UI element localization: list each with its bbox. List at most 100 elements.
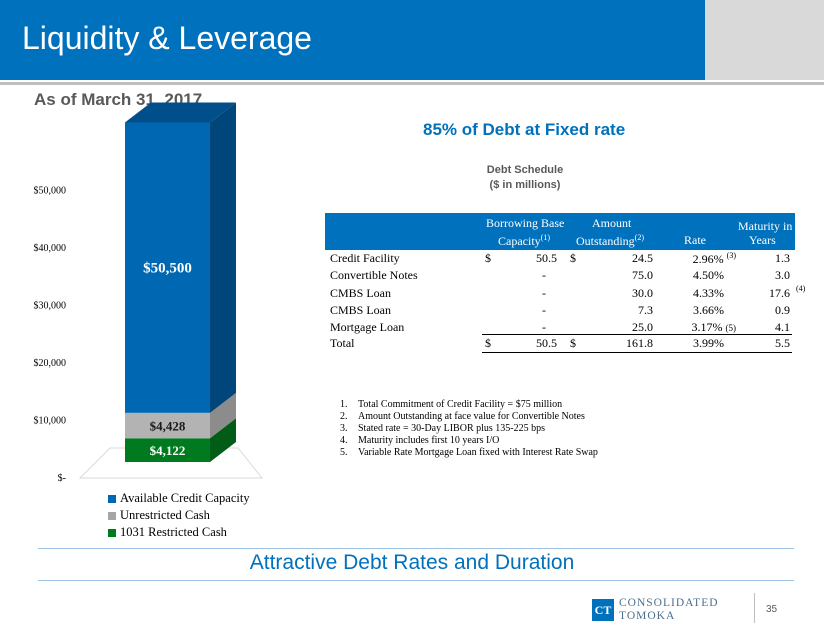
footnote-number: 4. [340,435,348,446]
legend-swatch [108,511,116,520]
header-capacity-label: Capacity [498,234,541,248]
header-outstanding-note: (2) [634,233,644,242]
footer-rule-top [38,548,794,549]
row-outstanding: 7.3 [638,303,653,317]
row-outstanding: 30.0 [632,286,653,300]
row-rate-note: (3) [726,251,736,260]
row-capacity: - [542,286,546,300]
legend-swatch [108,494,116,503]
y-tick-label: $20,000 [34,358,67,369]
table-row: Convertible Notes - 75.0 4.50% 3.0 [330,268,792,285]
header-outstanding-line1: Amount [592,216,632,230]
row-capacity: 50.5 [536,336,557,350]
header-rate: Rate [684,233,706,247]
y-tick-label: $- [58,473,66,484]
fixed-rate-headline: 85% of Debt at Fixed rate [423,120,626,139]
table-row: CMBS Loan - 30.0 4.33% 17.6 (4) [330,284,805,303]
row-rate: 3.66% [693,303,724,317]
company-logo: CT CONSOLIDATED TOMOKA [592,597,719,623]
row-maturity-note: (4) [796,284,806,293]
header-capacity-note: (1) [540,233,550,242]
row-outstanding: 161.8 [626,336,653,350]
row-maturity: 4.1 [775,320,790,334]
footnote-text: Total Commitment of Credit Facility = $7… [358,399,563,410]
row-rate: 4.50% [693,268,724,282]
row-maturity: 17.6 [769,286,790,300]
footnote-text: Stated rate = 30-Day LIBOR plus 135-225 … [358,423,546,434]
debt-schedule-title-block: Debt Schedule ($ in millions) [455,163,595,193]
table-header: Borrowing Base Capacity(1) Amount Outsta… [325,213,795,250]
row-capacity: - [542,303,546,317]
footnote-number: 1. [340,399,348,410]
total-rule-top [482,334,792,335]
legend-item-available-credit: Available Credit Capacity [108,490,250,507]
row-name: Convertible Notes [330,268,418,282]
total-rule-bottom [482,352,792,353]
footnote: 1. Total Commitment of Credit Facility = … [340,399,598,411]
legend-item-unrestricted-cash: Unrestricted Cash [108,507,250,524]
row-maturity: 3.0 [775,268,790,282]
y-tick-label: $30,000 [34,301,67,312]
footer-tagline: Attractive Debt Rates and Duration [249,551,575,574]
footer-divider [754,593,755,623]
y-tick-label: $50,000 [34,186,67,197]
table-row: CMBS Loan - 7.3 3.66% 0.9 [330,303,792,320]
row-name: CMBS Loan [330,286,392,300]
legend-label: Unrestricted Cash [120,508,210,522]
footnote: 2. Amount Outstanding at face value for C… [340,411,598,423]
row-name: Mortgage Loan [330,320,405,334]
legend-label: 1031 Restricted Cash [120,525,227,539]
row-capacity: - [542,320,546,334]
bar-label-available-credit-capacity: $50,500 [143,261,192,277]
table-row-total: Total $ 50.5 $ 161.8 3.99% 5.5 [330,336,792,353]
header-outstanding-line2: Outstanding(2) [576,233,644,249]
row-maturity: 1.3 [775,251,790,265]
page-number: 35 [766,604,778,615]
footnotes: 1. Total Commitment of Credit Facility = … [340,399,598,459]
legend-item-restricted-cash: 1031 Restricted Cash [108,524,250,541]
row-outstanding: 24.5 [632,251,653,265]
row-rate: 3.99% [693,336,724,350]
footnote: 5. Variable Rate Mortgage Loan fixed with… [340,447,598,459]
header-maturity-line1: Maturity in [738,219,793,233]
logo-line2: TOMOKA [619,610,676,622]
y-tick-label: $10,000 [34,416,67,427]
y-tick-label: $40,000 [34,243,67,254]
row-capacity: 50.5 [536,251,557,265]
header-capacity-line1: Borrowing Base [486,216,565,230]
debt-schedule-title: Debt Schedule [486,164,564,176]
bar-label-unrestricted-cash: $4,428 [150,419,186,434]
footnote-number: 3. [340,423,348,434]
chart-bars: $4,122 $4,428 $50,500 [125,102,236,462]
row-rate: 3.17% (5) [670,320,737,335]
footnote-number: 5. [340,447,348,458]
table-row: Credit Facility $ 50.5 $ 24.5 2.96% (3) … [330,251,792,268]
header-capacity-line2: Capacity(1) [498,233,550,249]
row-outstanding: 25.0 [632,320,653,334]
chart-legend: Available Credit Capacity Unrestricted C… [108,490,250,541]
legend-label: Available Credit Capacity [120,491,250,505]
footnote: 4. Maturity includes first 10 years I/O [340,435,598,447]
row-outstanding: 75.0 [632,268,653,282]
y-axis-ticks: $- $10,000 $20,000 $30,000 $40,000 $50,000 [34,186,67,485]
bar-label-1031-restricted-cash: $4,122 [150,443,186,458]
row-rate-value: 3.17% [691,320,723,334]
row-name: Total [330,336,355,350]
header-outstanding-label: Outstanding [576,234,635,248]
logo-text: CONSOLIDATED TOMOKA [619,597,719,623]
footnote-number: 2. [340,411,348,422]
footnote-text: Maturity includes first 10 years I/O [358,435,500,446]
row-rate-note: (5) [725,323,737,333]
footnote-text: Variable Rate Mortgage Loan fixed with I… [358,447,598,458]
header-maturity-line2: Years [749,233,776,247]
row-name: Credit Facility [330,251,400,265]
row-capacity: - [542,268,546,282]
row-rate: 2.96% (3) [670,251,736,267]
row-maturity: 5.5 [775,336,790,350]
row-rate-value: 2.96% [692,252,724,266]
footnote: 3. Stated rate = 30-Day LIBOR plus 135-22… [340,423,598,435]
row-name: CMBS Loan [330,303,392,317]
debt-schedule-subtitle: ($ in millions) [489,179,561,191]
footer-rule-bottom [38,580,794,581]
logo-line1: CONSOLIDATED [619,597,719,609]
